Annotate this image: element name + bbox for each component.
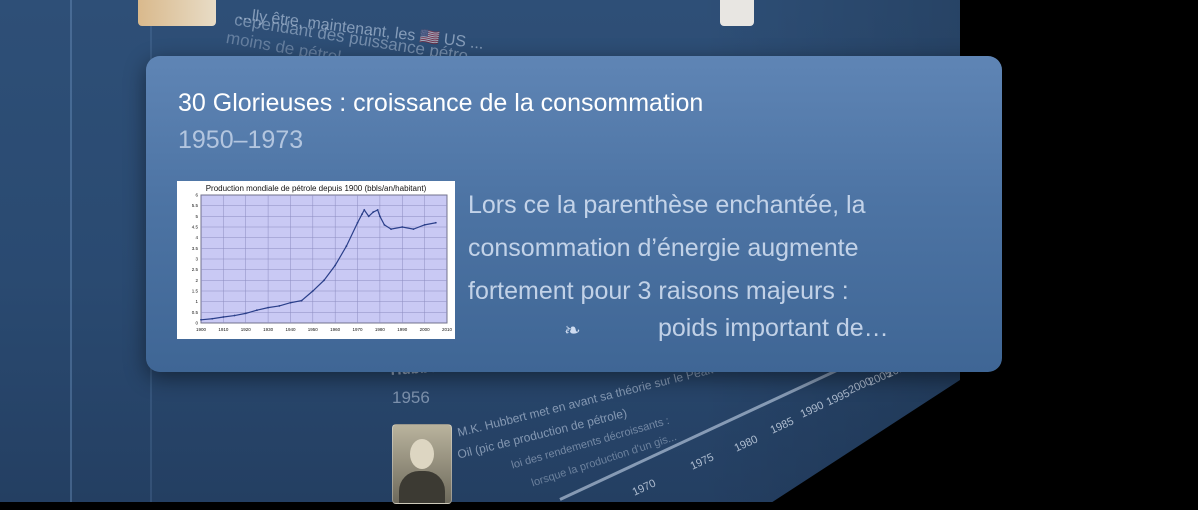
series-point (390, 228, 392, 231)
series-point (200, 318, 202, 321)
series-point (363, 209, 366, 211)
series-point (311, 290, 314, 292)
event-thumbnail-top-right[interactable] (720, 0, 754, 26)
y-tick-label: 0.5 (192, 310, 199, 315)
series-point (401, 226, 404, 228)
y-tick-label: 3.5 (192, 246, 199, 251)
x-tick-label: 1920 (241, 327, 252, 332)
series-point (383, 223, 386, 226)
hubbert-portrait-thumbnail[interactable] (392, 424, 452, 504)
description-line: fortement pour 3 raisons majeurs : (468, 277, 849, 305)
x-tick-label: 1990 (397, 327, 408, 332)
event-thumbnail-top-left[interactable] (138, 0, 216, 26)
event-chart-thumbnail[interactable]: Production mondiale de pétrole depuis 19… (177, 181, 455, 339)
y-tick-label: 6 (195, 193, 198, 198)
y-tick-label: 3 (195, 257, 198, 262)
x-tick-label: 1950 (308, 327, 319, 332)
x-tick-label: 1940 (285, 327, 296, 332)
x-tick-label: 1970 (353, 327, 364, 332)
series-point (233, 314, 236, 317)
portrait-body (399, 471, 445, 503)
series-point (244, 312, 247, 315)
description-line: consommation d’énergie augmente (468, 234, 859, 262)
series-point (323, 279, 325, 282)
series-point (372, 211, 375, 213)
series-point (334, 264, 337, 267)
series-point (361, 213, 363, 216)
hubbert-event-date: 1956 (392, 388, 430, 407)
y-tick-label: 4.5 (192, 225, 199, 230)
oil-production-chart: 1900 1910 1920 1930 1940 1950 1960 1970 1980 1990… (192, 193, 453, 333)
y-tick-label: 5.5 (192, 203, 199, 208)
event-dates: 1950–1973 (178, 126, 304, 154)
x-tick-label: 2010 (442, 327, 453, 332)
x-tick-label: 2000 (420, 327, 431, 332)
description-line: Lors ce la parenthèse enchantée, la (468, 191, 866, 219)
event-description-continued[interactable]: poids important de… (658, 314, 889, 343)
x-tick-label: 1930 (263, 327, 274, 332)
x-tick-label: 1900 (196, 327, 207, 332)
fleuron-icon: ❧ (564, 320, 581, 342)
series-point (367, 215, 370, 218)
series-point (376, 209, 379, 211)
series-point (300, 299, 303, 302)
timeline-guide-line (70, 0, 72, 502)
event-detail-card[interactable]: 30 Glorieuses : croissance de la consomm… (146, 56, 1002, 372)
y-tick-label: 1 (195, 299, 198, 304)
y-tick-label: 4 (195, 235, 198, 240)
portrait-face (410, 439, 434, 469)
x-tick-label: 1910 (218, 327, 229, 332)
series-point (211, 317, 214, 320)
y-tick-label: 5 (195, 214, 198, 219)
series-point (345, 245, 348, 248)
series-point (278, 305, 281, 307)
event-description: Lors ce la parenthèse enchantée, la cons… (468, 184, 968, 313)
series-point (379, 215, 381, 218)
y-tick-label: 1.5 (192, 289, 199, 294)
y-tick-label: 2.5 (192, 267, 199, 272)
series-point (434, 221, 437, 224)
series-point (423, 223, 426, 226)
series-point (267, 306, 269, 309)
plane-perspective-cut (760, 380, 960, 510)
x-tick-label: 1980 (375, 327, 386, 332)
series-point (222, 316, 225, 318)
series-point (412, 228, 415, 231)
series-point (256, 309, 258, 312)
event-title: 30 Glorieuses : croissance de la consomm… (178, 89, 704, 117)
y-tick-label: 2 (195, 278, 198, 283)
series-point (289, 301, 292, 304)
y-tick-label: 0 (195, 321, 198, 326)
series-point (356, 221, 359, 224)
x-tick-label: 1960 (330, 327, 341, 332)
